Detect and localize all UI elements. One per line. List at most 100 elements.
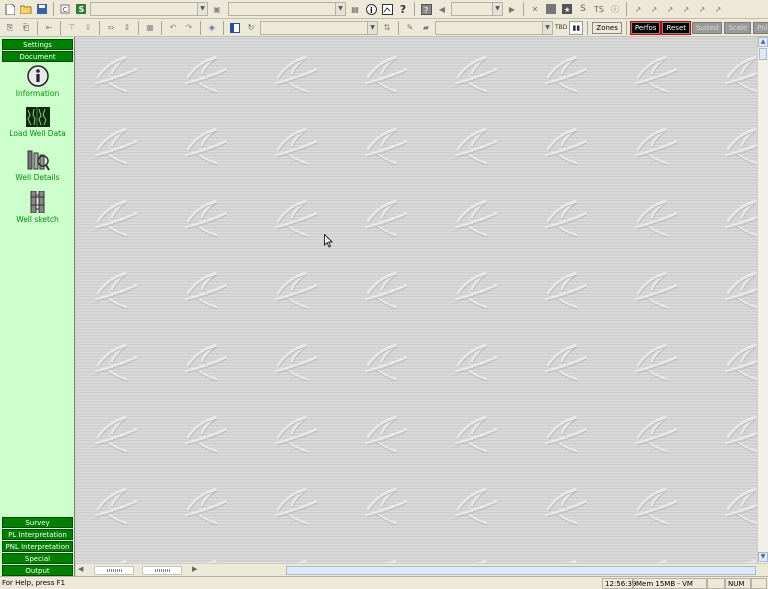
arrow-tool-5-icon[interactable]: ↗ — [695, 2, 709, 16]
background-watermark — [76, 37, 757, 563]
eraser-icon[interactable]: ▰ — [419, 21, 433, 35]
align-left-icon[interactable]: ⇤ — [42, 21, 56, 35]
perfos-button[interactable]: Perfos — [629, 20, 662, 35]
arrow-tool-4-icon[interactable]: ↗ — [679, 2, 693, 16]
open-folder-icon[interactable] — [19, 2, 33, 16]
toolbar-combo-right[interactable]: ▼ — [435, 20, 553, 35]
nav-item-load-well-data[interactable]: Load Well Data — [0, 107, 75, 138]
toolbar-separator — [223, 20, 224, 35]
toolbar-combo-2[interactable]: ▼ — [228, 2, 346, 16]
status-memory: Mem 15MB - VM 5MB — [633, 578, 707, 589]
info-circle-icon[interactable]: i — [364, 2, 378, 16]
refresh-arrow-icon[interactable]: ↻ — [244, 21, 258, 35]
chevron-down-icon[interactable]: ▼ — [367, 21, 377, 34]
tbd-label[interactable]: TBD — [555, 24, 567, 31]
group-special-button[interactable]: Special — [2, 553, 73, 564]
undo-icon[interactable]: ↶ — [166, 21, 180, 35]
ts-button[interactable]: TS — [592, 2, 606, 16]
zoom-icon[interactable]: ▣ — [210, 2, 224, 16]
horizontal-scroll-track[interactable] — [286, 566, 756, 575]
nav-item-information[interactable]: Information — [0, 65, 75, 98]
star-box-icon[interactable]: ★ — [560, 2, 574, 16]
chart-doc-icon[interactable] — [380, 2, 394, 16]
group-document-button[interactable]: Document — [2, 51, 73, 62]
svg-text:S: S — [79, 5, 85, 14]
nav-item-well-details[interactable]: Well Details — [0, 149, 75, 182]
horizontal-scrollbar[interactable]: ◀ ▶ — [76, 563, 768, 576]
chevron-down-icon[interactable]: ▼ — [197, 3, 207, 15]
scroll-right-icon[interactable]: ▶ — [192, 565, 197, 573]
arrow-tool-1-icon[interactable]: ↗ — [631, 2, 645, 16]
group-settings-button[interactable]: Settings — [2, 39, 73, 50]
nav-label-load-well-data: Load Well Data — [9, 129, 66, 138]
reset-button[interactable]: Reset — [661, 20, 691, 35]
scroll-thumb[interactable] — [759, 48, 767, 60]
group-survey-button[interactable]: Survey — [2, 517, 73, 528]
arrow-tool-3-icon[interactable]: ↗ — [663, 2, 677, 16]
document-tab-1[interactable] — [94, 566, 134, 575]
toolbar-separator — [625, 20, 627, 35]
toolbar-separator — [626, 2, 627, 16]
box-icon[interactable] — [544, 2, 558, 16]
distribute-icon[interactable]: ⇳ — [81, 21, 95, 35]
chevron-down-icon[interactable]: ▼ — [492, 3, 502, 15]
vertical-scrollbar[interactable]: ▲ ▼ — [757, 37, 768, 563]
document-tab-2[interactable] — [142, 566, 182, 575]
info-gray-icon[interactable]: ⓘ — [608, 2, 622, 16]
toolbar-separator — [587, 20, 589, 35]
layout-icon[interactable]: ▤ — [348, 2, 362, 16]
size-width-icon[interactable]: ⇔ — [104, 21, 118, 35]
pause-icon[interactable]: ▮▮ — [569, 20, 584, 35]
align-top-icon[interactable]: ⊤ — [65, 21, 79, 35]
toolbar-button-3[interactable]: Suited — [692, 21, 723, 34]
help-icon[interactable]: ? — [396, 2, 410, 16]
save-icon[interactable] — [35, 2, 49, 16]
group-output-button[interactable]: Output — [2, 565, 73, 576]
scroll-left-icon[interactable]: ◀ — [78, 565, 83, 573]
navigation-pane: Settings Document Information Load Well … — [0, 37, 75, 577]
s-document-icon[interactable]: S — [74, 2, 88, 16]
toolbar-separator — [414, 2, 415, 16]
new-file-icon[interactable] — [3, 2, 17, 16]
status-scrl-cell — [751, 578, 767, 589]
scroll-down-icon[interactable]: ▼ — [758, 552, 768, 562]
arrow-tool-2-icon[interactable]: ↗ — [647, 2, 661, 16]
redo-icon[interactable]: ↷ — [182, 21, 196, 35]
import-icon[interactable]: ⎘ — [3, 21, 17, 35]
toolbar-separator — [200, 20, 201, 35]
layers-icon[interactable]: ◈ — [205, 21, 219, 35]
pencil-icon[interactable]: ✎ — [403, 21, 417, 35]
export-icon[interactable]: ⎗ — [19, 21, 33, 35]
status-empty-cell — [707, 578, 725, 589]
toolbar-separator — [138, 20, 139, 35]
toolbar-combo-left[interactable]: ▼ — [260, 20, 378, 35]
arrow-tool-6-icon[interactable]: ↗ — [711, 2, 725, 16]
nav-label-well-sketch: Well sketch — [16, 215, 59, 224]
next-arrow-icon[interactable]: ▶ — [505, 2, 519, 16]
nav-item-well-sketch[interactable]: Well sketch — [0, 191, 75, 224]
scroll-up-icon[interactable]: ▲ — [758, 37, 768, 47]
toolbar-button-4[interactable]: Scale — [724, 21, 752, 34]
copy-icon[interactable]: C — [58, 2, 72, 16]
group-pnl-interpretation-button[interactable]: PNL Interpretation — [2, 541, 73, 552]
sort-icon[interactable]: ⇅ — [380, 21, 394, 35]
svg-text:C: C — [63, 6, 68, 14]
workspace-area[interactable] — [76, 37, 757, 563]
toolbar-button-5[interactable]: Pnl — [753, 21, 768, 34]
svg-text:?: ? — [424, 6, 428, 15]
secondary-toolbar: ⎘ ⎗ ⇤ ⊤ ⇳ ⇔ ⇕ ▦ ↶ ↷ ◈ ↻ ▼ ⇅ ✎ ▰ ▼ TBD ▮▮… — [0, 19, 768, 37]
s-button[interactable]: S — [576, 2, 590, 16]
zones-button[interactable]: Zones — [592, 21, 622, 34]
size-height-icon[interactable]: ⇕ — [120, 21, 134, 35]
toolbar-combo-1[interactable]: ▼ — [90, 2, 208, 16]
help-book-icon[interactable]: ? — [419, 2, 433, 16]
toolbar-combo-3[interactable]: ▼ — [451, 2, 503, 16]
previous-arrow-icon[interactable]: ◀ — [435, 2, 449, 16]
grid-icon[interactable]: ▦ — [143, 21, 157, 35]
close-x-icon[interactable]: ✕ — [528, 2, 542, 16]
load-well-data-icon — [25, 107, 50, 127]
chevron-down-icon[interactable]: ▼ — [335, 3, 345, 15]
chevron-down-icon[interactable]: ▼ — [542, 21, 552, 34]
panel-icon[interactable] — [228, 21, 242, 35]
group-pl-interpretation-button[interactable]: PL Interpretation — [2, 529, 73, 540]
